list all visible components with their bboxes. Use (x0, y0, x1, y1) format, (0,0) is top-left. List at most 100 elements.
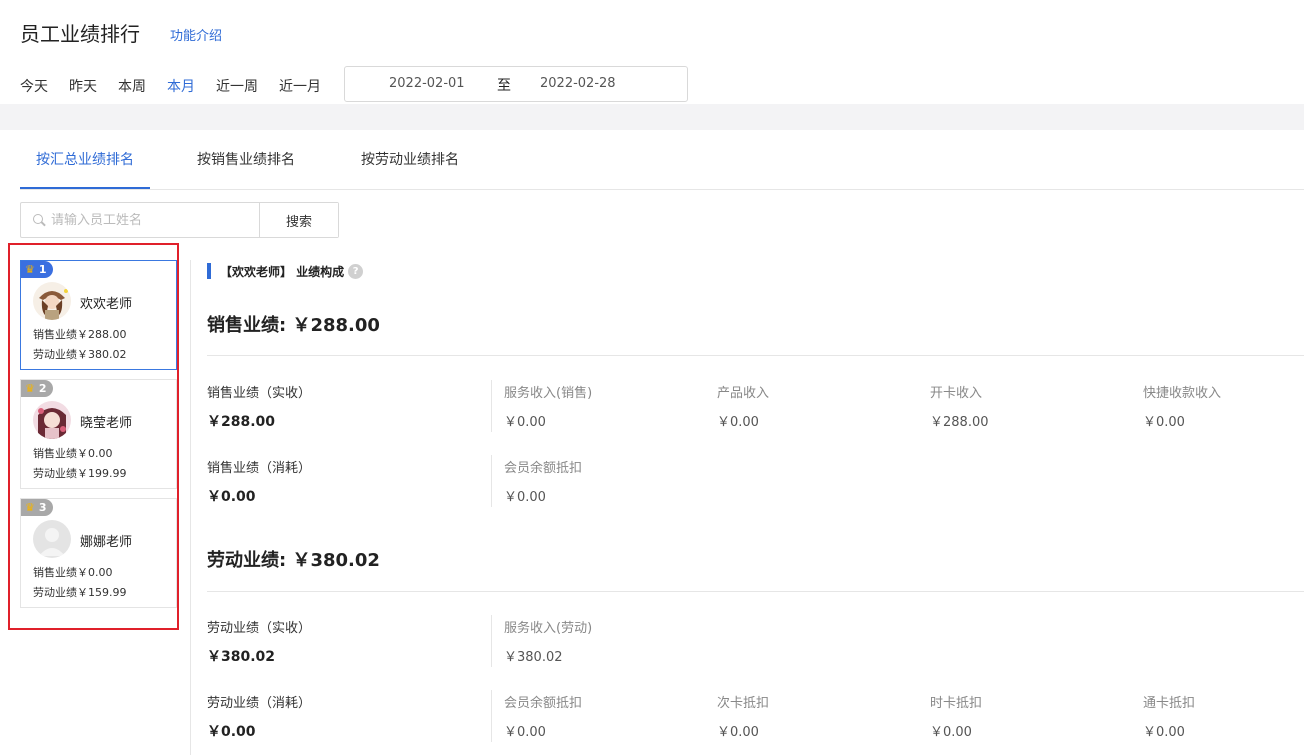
section-marker (207, 263, 211, 279)
tab-rank-by-sales[interactable]: 按销售业绩排名 (186, 130, 306, 189)
metric-quick-pay-income: 快捷收款收入 ￥0.00 (1143, 382, 1221, 430)
period-tab-last-7-days[interactable]: 近一周 (216, 76, 258, 96)
metric-value: ￥0.00 (717, 725, 759, 740)
metric-time-card-deduct: 时卡抵扣 ￥0.00 (930, 692, 982, 740)
period-tab-today[interactable]: 今天 (20, 76, 48, 96)
metric-label: 快捷收款收入 (1143, 386, 1222, 401)
period-tab-this-month[interactable]: 本月 (167, 76, 195, 96)
metric-product-income: 产品收入 ￥0.00 (717, 382, 769, 430)
rank-number: 3 (38, 501, 47, 514)
staff-search: 搜索 (20, 202, 339, 238)
rank-badge: ♛ 1 (21, 261, 53, 278)
staff-card[interactable]: ♛ 3 娜娜老师 销售业绩￥0.00 劳动业绩￥159.99 (20, 498, 177, 608)
date-range-separator: 至 (497, 78, 511, 94)
metric-label: 销售业绩（消耗） (207, 461, 312, 476)
ranking-tabs: 按汇总业绩排名 按销售业绩排名 按劳动业绩排名 (20, 130, 1304, 190)
metric-value: ￥288.00 (930, 415, 989, 430)
crown-icon: ♛ (25, 501, 35, 514)
divider (207, 591, 1304, 592)
help-icon[interactable]: ? (348, 263, 364, 279)
metric-value: ￥0.00 (504, 725, 546, 740)
period-tabs: 今天 昨天 本周 本月 近一周 近一月 (20, 76, 342, 96)
avatar (33, 282, 71, 320)
staff-card[interactable]: ♛ 2 晓莹老师 销售业绩￥0.00 劳动业绩￥199.99 (20, 379, 177, 489)
metric-value: ￥0.00 (930, 725, 972, 740)
metric-label: 销售业绩（实收） (207, 386, 312, 401)
metric-label: 时卡抵扣 (930, 696, 983, 711)
metric-value: ￥0.00 (717, 415, 759, 430)
metric-labor-actual: 劳动业绩（实收） ￥380.02 (207, 617, 311, 666)
search-icon (33, 214, 45, 226)
staff-name: 欢欢老师 (80, 297, 133, 312)
rank-number: 1 (38, 263, 47, 276)
staff-sales: 销售业绩￥0.00 (33, 447, 113, 460)
metric-label: 会员余额抵扣 (504, 461, 583, 476)
divider (491, 690, 492, 742)
staff-labor: 劳动业绩￥199.99 (33, 467, 127, 480)
metric-labor-consume: 劳动业绩（消耗） ￥0.00 (207, 692, 311, 741)
metric-value: ￥0.00 (207, 724, 256, 740)
tab-rank-by-total[interactable]: 按汇总业绩排名 (20, 130, 150, 189)
metric-label: 通卡抵扣 (1143, 696, 1196, 711)
metric-service-income-sales: 服务收入(销售) ￥0.00 (504, 382, 592, 430)
metric-value: ￥0.00 (207, 489, 256, 505)
metric-sales-actual: 销售业绩（实收） ￥288.00 (207, 382, 311, 431)
metric-member-balance-deduct-labor: 会员余额抵扣 ￥0.00 (504, 692, 582, 740)
metric-label: 会员余额抵扣 (504, 696, 583, 711)
avatar (33, 401, 71, 439)
metric-label: 服务收入(劳动) (504, 621, 593, 636)
period-tab-yesterday[interactable]: 昨天 (69, 76, 97, 96)
labor-performance-title: 劳动业绩: ￥380.02 (207, 550, 380, 571)
metric-label: 开卡收入 (930, 386, 983, 401)
rank-badge: ♛ 2 (21, 380, 53, 397)
staff-labor: 劳动业绩￥380.02 (33, 348, 127, 361)
rank-number: 2 (38, 382, 47, 395)
panel-divider (190, 260, 191, 755)
sales-performance-title: 销售业绩: ￥288.00 (207, 315, 380, 336)
metric-label: 服务收入(销售) (504, 386, 593, 401)
metric-sales-consume: 销售业绩（消耗） ￥0.00 (207, 457, 311, 506)
detail-title: 【欢欢老师】 业绩构成 (220, 264, 345, 279)
metric-label: 劳动业绩（消耗） (207, 696, 312, 711)
staff-sales: 销售业绩￥0.00 (33, 566, 113, 579)
divider (491, 615, 492, 667)
metric-card-opening-income: 开卡收入 ￥288.00 (930, 382, 989, 430)
divider (491, 455, 492, 507)
feature-intro-link[interactable]: 功能介绍 (170, 25, 222, 44)
rank-badge: ♛ 3 (21, 499, 53, 516)
avatar (33, 520, 71, 558)
metric-label: 产品收入 (717, 386, 770, 401)
date-range-picker[interactable]: 2022-02-01 至 2022-02-28 (344, 66, 688, 102)
crown-icon: ♛ (25, 263, 35, 276)
metric-member-balance-deduct: 会员余额抵扣 ￥0.00 (504, 457, 582, 505)
staff-sales: 销售业绩￥288.00 (33, 328, 127, 341)
metric-value: ￥0.00 (1143, 725, 1185, 740)
divider (491, 380, 492, 432)
tab-rank-by-labor[interactable]: 按劳动业绩排名 (350, 130, 470, 189)
page-title: 员工业绩排行 (20, 22, 140, 46)
metric-value: ￥380.02 (207, 649, 276, 665)
metric-count-card-deduct: 次卡抵扣 ￥0.00 (717, 692, 769, 740)
metric-value: ￥288.00 (207, 414, 276, 430)
period-tab-this-week[interactable]: 本周 (118, 76, 146, 96)
metric-value: ￥0.00 (504, 415, 546, 430)
date-range-start[interactable]: 2022-02-01 (389, 76, 465, 91)
divider (207, 355, 1304, 356)
metric-label: 劳动业绩（实收） (207, 621, 312, 636)
period-tab-last-30-days[interactable]: 近一月 (279, 76, 321, 96)
metric-label: 次卡抵扣 (717, 696, 770, 711)
metric-value: ￥380.02 (504, 650, 563, 665)
staff-card[interactable]: ♛ 1 欢欢老师 销售业绩￥288.00 劳动业绩￥380.02 (20, 260, 177, 370)
search-button[interactable]: 搜索 (260, 203, 338, 237)
metric-service-income-labor: 服务收入(劳动) ￥380.02 (504, 617, 592, 665)
detail-header: 【欢欢老师】 业绩构成 ? (207, 262, 364, 280)
staff-name: 娜娜老师 (80, 535, 133, 550)
section-divider-band (0, 104, 1304, 130)
staff-name: 晓莹老师 (80, 416, 133, 431)
metric-value: ￥0.00 (504, 490, 546, 505)
crown-icon: ♛ (25, 382, 35, 395)
search-input[interactable] (51, 212, 241, 228)
staff-labor: 劳动业绩￥159.99 (33, 586, 127, 599)
metric-value: ￥0.00 (1143, 415, 1185, 430)
date-range-end[interactable]: 2022-02-28 (540, 76, 616, 91)
